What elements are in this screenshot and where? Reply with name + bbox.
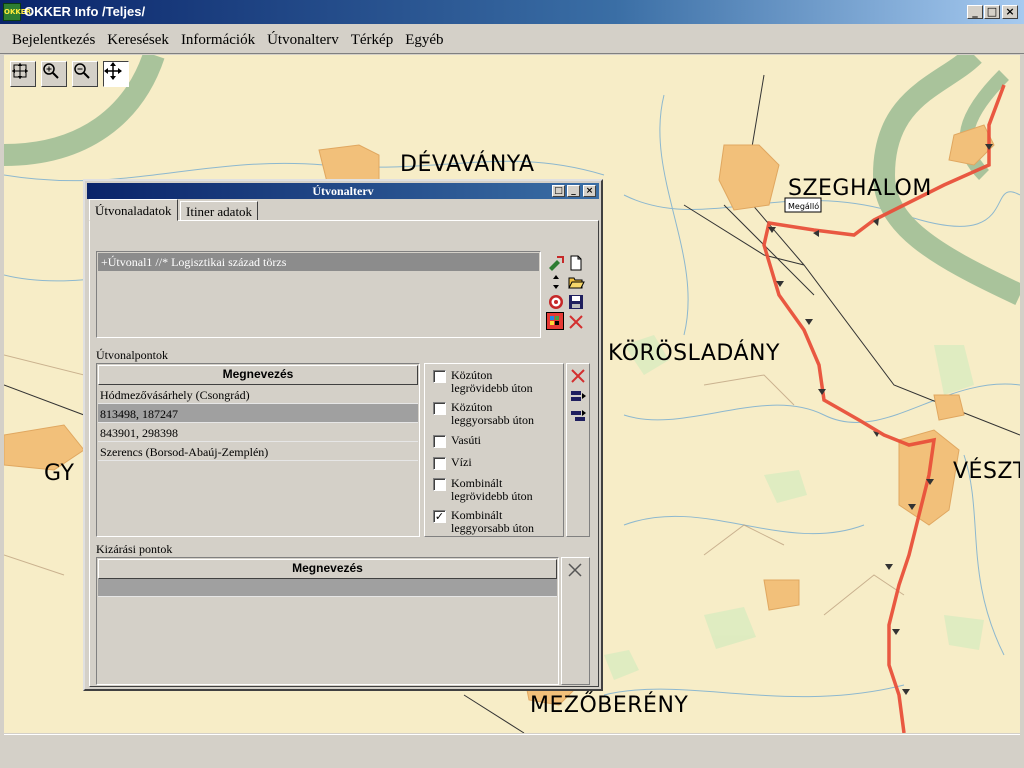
table-row[interactable]: Szerencs (Borsod-Abaúj-Zemplén): [98, 442, 418, 461]
delete-route-icon[interactable]: [567, 313, 585, 331]
menu-informaciok[interactable]: Információk: [177, 32, 259, 49]
table-row[interactable]: 813498, 187247: [98, 404, 418, 423]
route-edit-icon[interactable]: [547, 254, 565, 272]
menu-bejelentkezes[interactable]: Bejelentkezés: [8, 32, 99, 49]
zoom-in-button[interactable]: [41, 61, 67, 87]
menu-bar: Bejelentkezés Keresések Információk Útvo…: [0, 24, 1024, 54]
open-folder-icon[interactable]: [567, 273, 585, 291]
town-mezobereny-label: MEZŐBERÉNY: [530, 693, 689, 718]
route-points-label: Útvonalpontok: [96, 348, 168, 362]
table-row[interactable]: Hódmezővásárhely (Csongrád): [98, 385, 418, 404]
close-button[interactable]: ×: [1002, 5, 1018, 19]
town-koroladany-label: KÖRÖSLADÁNY: [608, 341, 780, 366]
stop-marker-label: Megálló: [788, 201, 819, 211]
town-veszto-label: VÉSZT: [953, 459, 1020, 484]
route-type-options: Közúton legrövidebb úton Közúton leggyorsa…: [424, 363, 564, 537]
table-row[interactable]: 843901, 298398: [98, 423, 418, 442]
route-points-header[interactable]: Megnevezés: [98, 365, 418, 385]
zoom-extent-button[interactable]: [10, 61, 36, 87]
dialog-restore-button[interactable]: □: [552, 185, 565, 197]
dialog-title-bar[interactable]: Útvonalterv □ _ ×: [87, 183, 599, 199]
maximize-button[interactable]: □: [984, 5, 1000, 19]
route-points-actions: [566, 363, 590, 537]
delete-point-icon[interactable]: [569, 367, 587, 385]
checkbox[interactable]: ✓: [433, 510, 446, 523]
menu-utvonalterv[interactable]: Útvonalterv: [263, 32, 343, 49]
menu-keresesek[interactable]: Keresések: [103, 32, 173, 49]
table-row[interactable]: [98, 579, 557, 597]
tab-panel: +Útvonal1 //* Logisztikai század törzs Ú…: [89, 220, 599, 687]
town-szeghalom-label: SZEGHALOM: [788, 176, 932, 201]
window-title: OKKER Info /Teljes/: [24, 4, 146, 19]
zoom-in-icon: [43, 63, 59, 79]
insert-point-icon[interactable]: [569, 387, 587, 405]
status-bar: [4, 734, 1020, 764]
color-palette-icon[interactable]: [546, 312, 564, 330]
checkbox[interactable]: [433, 370, 446, 383]
exclusion-points-table[interactable]: Megnevezés: [96, 557, 559, 685]
route-points-table[interactable]: Megnevezés Hódmezővásárhely (Csongrád) 8…: [96, 363, 420, 537]
route-list-item[interactable]: +Útvonal1 //* Logisztikai század törzs: [98, 253, 539, 271]
checkbox[interactable]: [433, 457, 446, 470]
move-up-down-icon[interactable]: [547, 273, 565, 291]
route-list[interactable]: +Útvonal1 //* Logisztikai század törzs: [96, 251, 541, 338]
town-devavanya-label: DÉVAVÁNYA: [400, 152, 535, 177]
exclusion-points-label: Kizárási pontok: [96, 542, 173, 556]
checkbox[interactable]: [433, 478, 446, 491]
pan-icon: [104, 62, 122, 80]
title-bar: OKKER INFO OKKER Info /Teljes/ _ □ ×: [0, 0, 1024, 33]
route-planner-dialog: Útvonalterv □ _ × Útvonaladatok Itiner a…: [83, 179, 603, 691]
menu-egyeb[interactable]: Egyéb: [401, 32, 447, 49]
pan-button[interactable]: [103, 61, 129, 87]
checkbox[interactable]: [433, 435, 446, 448]
delete-exclusion-icon[interactable]: [566, 561, 584, 579]
app-window: OKKER INFO OKKER Info /Teljes/ _ □ × Bej…: [0, 0, 1024, 768]
checkbox[interactable]: [433, 402, 446, 415]
save-icon[interactable]: [567, 293, 585, 311]
target-icon[interactable]: [547, 293, 565, 311]
exclusion-points-header[interactable]: Megnevezés: [98, 559, 557, 579]
menu-terkep[interactable]: Térkép: [347, 32, 397, 49]
dialog-close-button[interactable]: ×: [583, 185, 596, 197]
app-icon: OKKER INFO: [3, 3, 31, 33]
dialog-title: Útvonalterv: [312, 184, 374, 198]
zoom-extent-icon: [12, 63, 28, 79]
dialog-minimize-button[interactable]: _: [567, 185, 580, 197]
town-gy-label: GY: [44, 461, 75, 486]
tab-utvonaladatok[interactable]: Útvonaladatok: [89, 199, 178, 221]
reorder-point-icon[interactable]: [569, 407, 587, 425]
tab-itiner-adatok[interactable]: Itiner adatok: [180, 201, 259, 221]
minimize-button[interactable]: _: [967, 5, 983, 19]
exclusion-actions: [561, 557, 590, 685]
new-document-icon[interactable]: [567, 254, 585, 272]
zoom-out-button[interactable]: [72, 61, 98, 87]
zoom-out-icon: [74, 63, 90, 79]
